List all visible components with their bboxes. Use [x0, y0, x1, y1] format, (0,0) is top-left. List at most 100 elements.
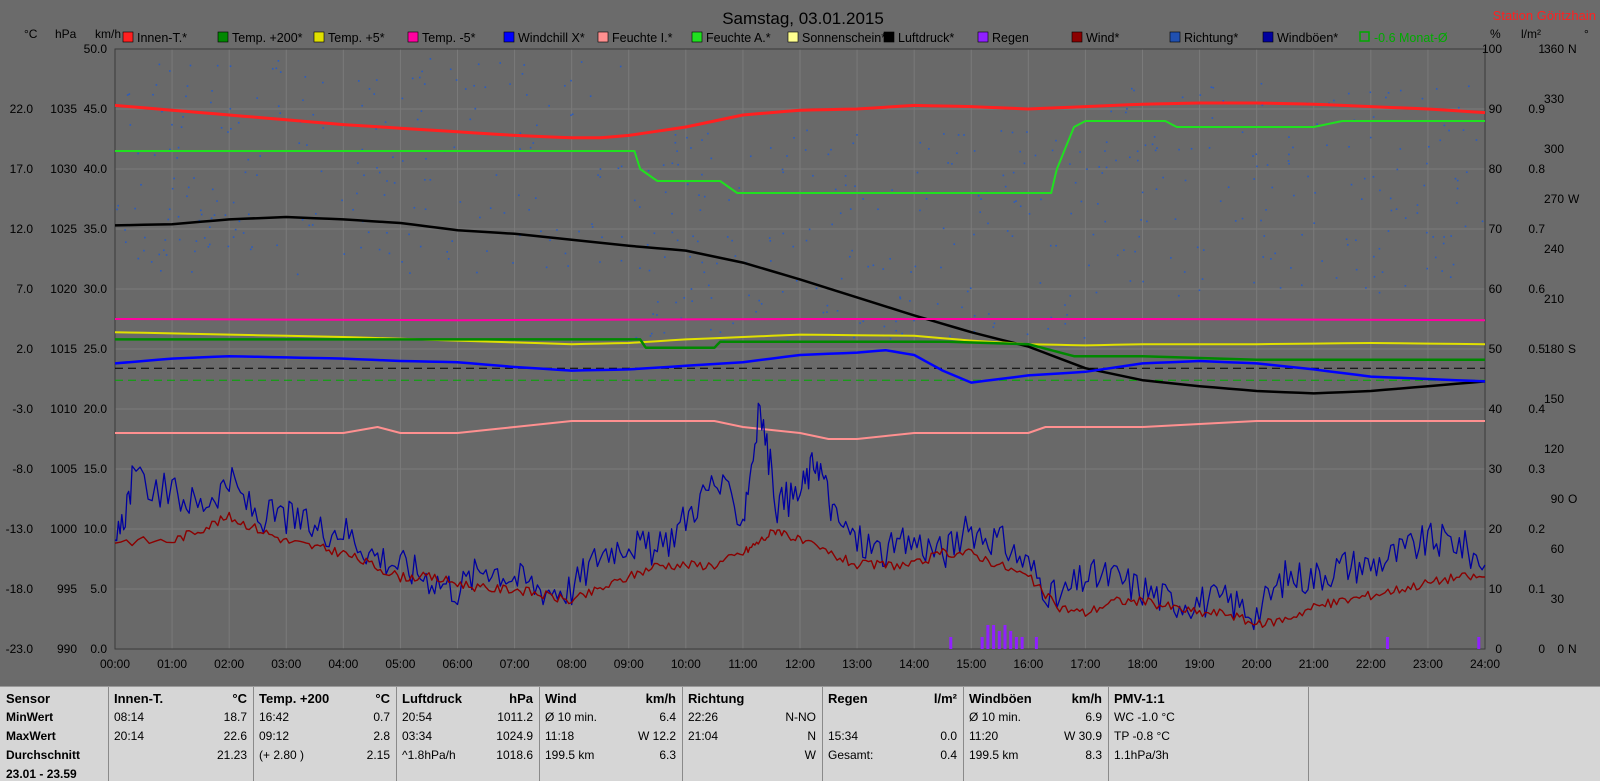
wind-direction-point [1097, 203, 1099, 205]
wind-direction-point [690, 288, 693, 290]
legend-label: Luftdruck* [898, 31, 954, 45]
wind-direction-point [1443, 124, 1446, 127]
wind-direction-point [862, 320, 865, 323]
wind-direction-point [186, 85, 189, 87]
wind-direction-point [1190, 147, 1193, 150]
wind-direction-point [689, 255, 691, 258]
wind-direction-point [464, 88, 467, 90]
wind-direction-point [793, 137, 795, 139]
right-tick-label: 0 [1495, 642, 1502, 656]
stats-cell-label: ^1.8hPa/h [402, 748, 456, 762]
wind-direction-point [822, 311, 825, 314]
wind-direction-point [686, 136, 688, 139]
wind-direction-point [1055, 244, 1057, 247]
wind-direction-point [1222, 100, 1225, 102]
rain-bar [1477, 637, 1481, 649]
wind-direction-point [423, 83, 426, 85]
wind-direction-point [373, 93, 376, 95]
wind-direction-point [1144, 144, 1147, 147]
wind-direction-point [1266, 164, 1269, 166]
wind-direction-point [942, 227, 945, 230]
stats-row: 11:18 W 12.2 [539, 727, 682, 746]
wind-direction-point [1125, 111, 1127, 114]
wind-direction-point [1335, 277, 1338, 279]
wind-direction-point [1435, 88, 1438, 90]
wind-direction-point [1395, 208, 1398, 210]
wind-direction-point [826, 311, 828, 313]
right-tick-label: 90 [1551, 492, 1565, 506]
right-tick-label: 10 [1489, 582, 1503, 596]
wind-direction-point [137, 152, 139, 155]
right-tick-label: 90 [1489, 102, 1503, 116]
wind-direction-point [1307, 175, 1309, 178]
stats-cell-label: 199.5 km [545, 748, 595, 762]
wind-direction-point [1396, 168, 1399, 171]
wind-direction-point [1426, 231, 1428, 234]
wind-direction-point [1210, 86, 1213, 89]
wind-direction-point [165, 254, 168, 256]
wind-direction-point [1083, 337, 1086, 339]
wind-direction-point [840, 277, 843, 280]
wind-direction-point [479, 216, 481, 219]
wind-direction-point [180, 126, 183, 128]
wind-direction-point [178, 238, 181, 241]
wind-direction-point [1369, 91, 1372, 94]
wind-direction-point [1170, 257, 1172, 259]
right-tick-label: 30 [1551, 592, 1565, 606]
wind-direction-point [913, 319, 915, 322]
wind-direction-point [356, 192, 358, 195]
stats-row [253, 765, 396, 781]
left-tick-label: 1030 [50, 162, 77, 176]
wind-direction-point [851, 249, 853, 252]
wind-direction-point [312, 113, 315, 116]
wind-direction-point [302, 99, 304, 102]
wind-direction-point [831, 223, 833, 226]
wind-direction-point [1174, 218, 1177, 220]
wind-direction-point [1263, 235, 1266, 237]
wind-direction-point [144, 236, 146, 239]
wind-direction-point [453, 146, 456, 149]
wind-direction-point [1069, 294, 1072, 297]
wind-direction-point [211, 188, 214, 191]
wind-direction-point [378, 171, 381, 174]
wind-direction-point [1449, 276, 1452, 278]
wind-direction-point [200, 213, 203, 216]
stats-row: Ø 10 min. 6.4 [539, 708, 682, 727]
x-tick-label: 05:00 [385, 657, 415, 671]
wind-direction-point [164, 239, 167, 241]
wind-direction-point [834, 188, 837, 191]
wind-direction-point [993, 322, 996, 325]
wind-direction-point [503, 212, 506, 214]
wind-direction-point [919, 209, 921, 212]
wind-direction-point [657, 301, 659, 303]
wind-direction-point [1439, 139, 1442, 142]
rain-bar [1014, 637, 1018, 649]
wind-direction-point [925, 197, 928, 200]
stats-cell-label: MinWert [6, 710, 54, 724]
wind-direction-point [895, 320, 897, 323]
wind-direction-point [570, 114, 572, 117]
x-tick-label: 09:00 [614, 657, 644, 671]
wind-direction-point [229, 65, 232, 68]
wind-direction-point [919, 141, 922, 144]
wind-direction-point [1212, 86, 1215, 89]
legend-label: Innen-T.* [137, 31, 187, 45]
left-tick-label: 1035 [50, 102, 77, 116]
wind-direction-point [526, 94, 528, 96]
wind-direction-point [1086, 168, 1088, 170]
wind-direction-point [193, 177, 195, 179]
wind-direction-point [949, 335, 951, 337]
wind-direction-point [1372, 116, 1375, 118]
stats-row: 20:54 1011.2 [396, 708, 539, 727]
stats-row: 08:14 18.7 [108, 708, 253, 727]
legend-item: Sonnenschein* [787, 31, 886, 45]
wind-direction-point [1290, 267, 1292, 269]
wind-direction-point [509, 83, 511, 85]
stats-cell-value: W 30.9 [1063, 729, 1102, 743]
wind-direction-point [1055, 139, 1057, 142]
wind-direction-point [1348, 146, 1350, 148]
x-tick-label: 12:00 [785, 657, 815, 671]
wind-direction-point [812, 174, 814, 177]
wind-direction-point [992, 326, 995, 328]
wind-direction-point [692, 235, 694, 238]
